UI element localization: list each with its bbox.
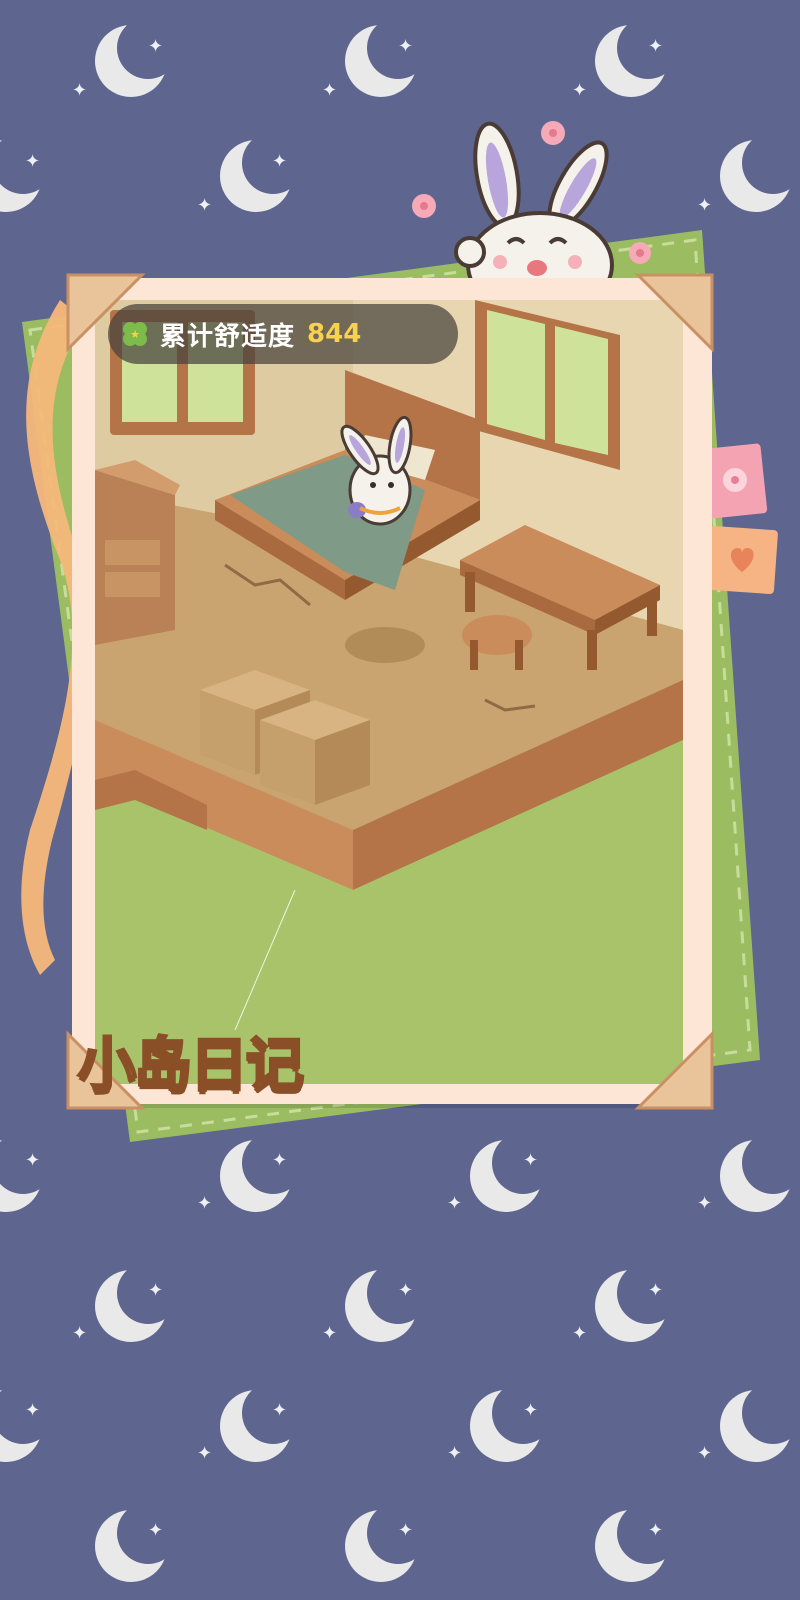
clover-icon: ★ — [123, 322, 147, 346]
room-illustration — [95, 300, 683, 1084]
room-scene[interactable] — [95, 300, 683, 1084]
comfort-label: 累计舒适度 — [160, 321, 296, 352]
logo-text: 小岛日记 — [76, 1030, 305, 1101]
comfort-score-panel: ★ 累计舒适度 844 — [108, 304, 458, 364]
comfort-value: 844 — [307, 319, 362, 349]
wardrobe — [95, 460, 180, 645]
flower-sticker — [702, 443, 768, 519]
heart-sticker — [706, 525, 778, 595]
svg-text:★: ★ — [130, 328, 140, 341]
game-logo: 小岛日记 — [76, 1012, 328, 1102]
